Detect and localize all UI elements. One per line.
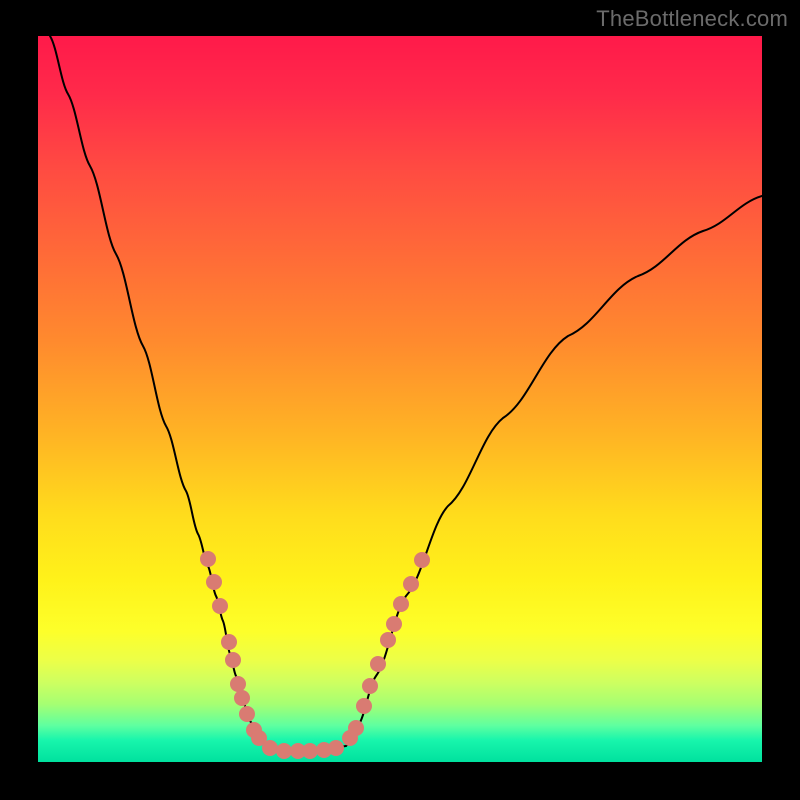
chart-stage: TheBottleneck.com bbox=[0, 0, 800, 800]
watermark-text: TheBottleneck.com bbox=[596, 6, 788, 32]
plot-area bbox=[38, 36, 762, 762]
gradient-background bbox=[38, 36, 762, 762]
